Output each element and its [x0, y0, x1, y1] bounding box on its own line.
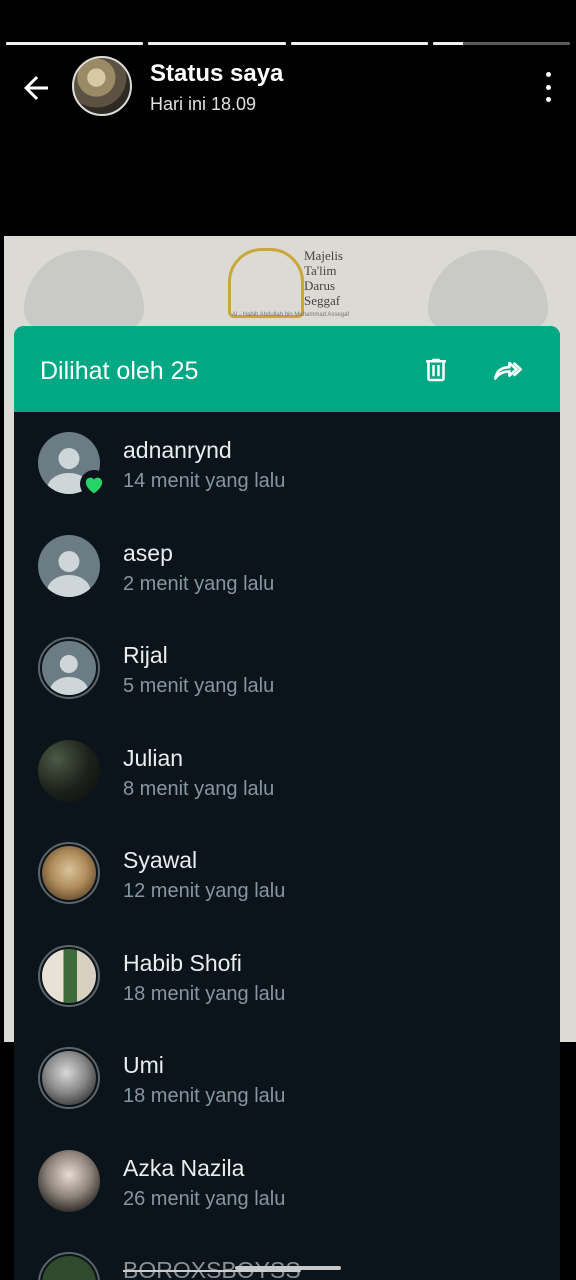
viewer-time: 8 menit yang lalu	[123, 777, 275, 800]
back-arrow-icon[interactable]	[18, 70, 54, 106]
viewer-time: 5 menit yang lalu	[123, 675, 275, 697]
viewer-time: 2 menit yang lalu	[123, 572, 275, 595]
more-options-icon[interactable]	[542, 72, 554, 102]
trash-icon[interactable]	[418, 352, 454, 388]
viewer-name: Julian	[123, 744, 184, 771]
viewer-name: Umi	[123, 1052, 164, 1078]
viewer-row[interactable]: Julian 8 menit yang lalu	[14, 720, 560, 823]
avatar	[38, 1047, 100, 1109]
progress-segment	[6, 42, 144, 45]
viewers-count-title: Dilihat oleh 25	[40, 357, 199, 385]
gesture-nav-bar[interactable]	[235, 1266, 341, 1270]
viewer-time: 18 menit yang lalu	[123, 982, 286, 1005]
viewer-name: Rijal	[123, 642, 168, 668]
turban-shape-right	[428, 250, 548, 330]
logo-caption: Al - Habib Abdullah bin Muhammad Assegaf	[232, 312, 350, 318]
viewer-row[interactable]: BOROXSBOYSS	[14, 1232, 560, 1280]
viewer-name: asep	[123, 539, 173, 566]
mosque-logo-icon	[228, 248, 304, 318]
logo-text: Majelis Ta'lim Darus Seggaf	[304, 248, 343, 308]
viewer-row[interactable]: adnanrynd 14 menit yang lalu	[14, 412, 560, 515]
viewer-time: 14 menit yang lalu	[123, 470, 286, 492]
avatar	[38, 432, 108, 498]
viewer-row[interactable]: Syawal 12 menit yang lalu	[14, 822, 560, 925]
viewer-name: Syawal	[123, 847, 198, 873]
avatar	[38, 534, 100, 597]
viewer-row[interactable]: Azka Nazila 26 menit yang lalu	[14, 1130, 560, 1233]
status-timestamp: Hari ini 18.09	[150, 94, 257, 114]
sheet-header: Dilihat oleh 25	[14, 326, 560, 412]
viewer-name: Azka Nazila	[123, 1154, 245, 1181]
viewer-row[interactable]: asep 2 menit yang lalu	[14, 515, 560, 618]
forward-icon[interactable]	[490, 352, 526, 388]
avatar	[38, 1252, 100, 1280]
viewer-row[interactable]: Rijal 5 menit yang lalu	[14, 617, 560, 720]
viewer-name: Habib Shofi	[123, 949, 242, 976]
my-avatar[interactable]	[72, 56, 132, 116]
avatar	[38, 842, 100, 904]
turban-shape-left	[24, 250, 144, 330]
avatar	[38, 637, 100, 699]
viewer-time: 12 menit yang lalu	[123, 880, 286, 902]
status-progress-bar	[6, 42, 570, 45]
viewer-time: 18 menit yang lalu	[123, 1085, 286, 1107]
avatar	[38, 739, 100, 802]
viewers-sheet: Dilihat oleh 25 adnanrynd 14 menit yang …	[14, 326, 560, 1280]
viewer-list: adnanrynd 14 menit yang lalu asep 2 meni…	[14, 412, 560, 1280]
status-header: Status saya Hari ini 18.09	[0, 54, 576, 118]
progress-segment	[290, 42, 428, 45]
viewer-name: adnanrynd	[123, 437, 232, 463]
viewer-row[interactable]: Habib Shofi 18 menit yang lalu	[14, 925, 560, 1028]
heart-icon	[80, 470, 108, 498]
avatar	[38, 1149, 100, 1212]
progress-segment	[148, 42, 286, 45]
page-title: Status saya	[150, 60, 284, 87]
viewer-time: 26 menit yang lalu	[123, 1187, 286, 1210]
progress-segment-current	[432, 42, 570, 45]
avatar	[38, 944, 100, 1007]
viewer-row[interactable]: Umi 18 menit yang lalu	[14, 1027, 560, 1130]
